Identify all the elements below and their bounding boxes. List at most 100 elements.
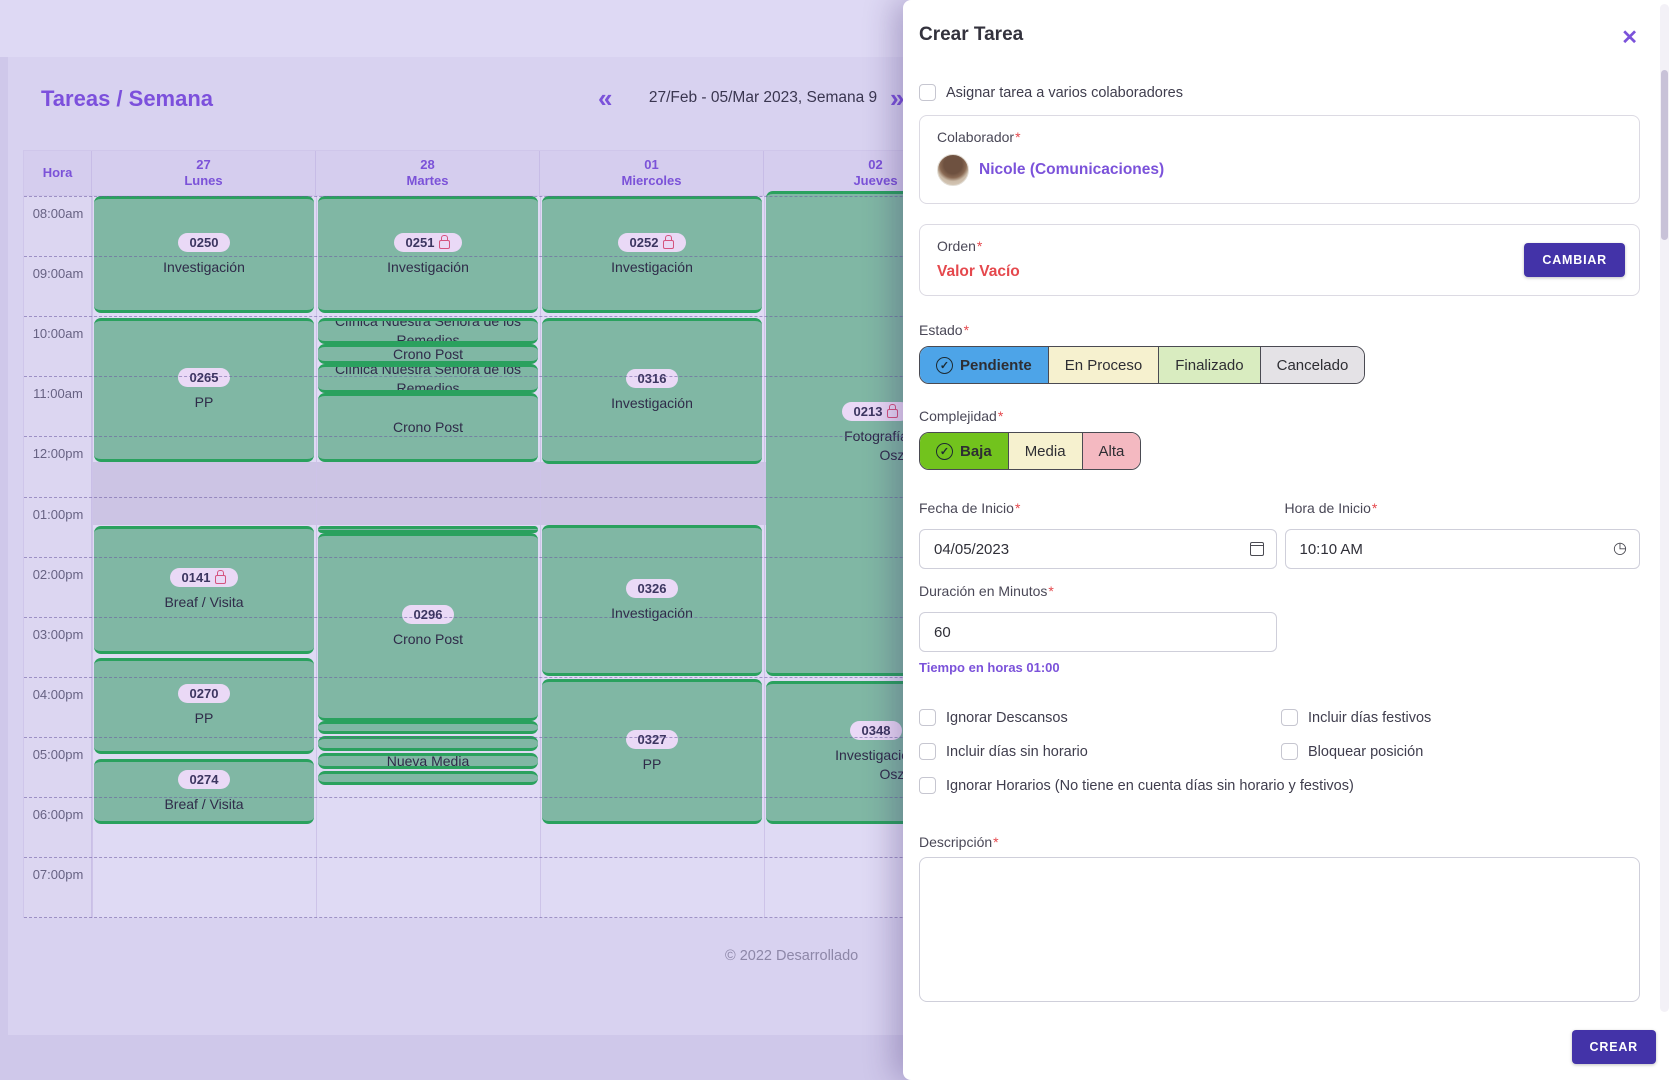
- duracion-input[interactable]: 60: [919, 612, 1277, 652]
- required-asterisk: *: [977, 238, 982, 254]
- panel-scrollbar[interactable]: [1660, 4, 1669, 1012]
- scrollbar-thumb[interactable]: [1661, 70, 1668, 240]
- duracion-hint: Tiempo en horas 01:00: [919, 660, 1640, 675]
- descripcion-textarea[interactable]: [919, 857, 1640, 1002]
- task-block[interactable]: 0316Investigación: [542, 318, 762, 464]
- options-checkbox-grid: Ignorar DescansosIncluir días festivosIn…: [919, 709, 1640, 794]
- column-separator: [92, 196, 93, 918]
- time-label: 01:00pm: [24, 507, 92, 522]
- complejidad-option-media[interactable]: Media: [1009, 433, 1083, 469]
- required-asterisk: *: [998, 408, 1003, 424]
- time-label: 04:00pm: [24, 687, 92, 702]
- estado-option-cancelado[interactable]: Cancelado: [1261, 347, 1365, 383]
- task-block[interactable]: Nueva Media: [318, 753, 538, 769]
- task-block[interactable]: 0296Crono Post: [318, 533, 538, 721]
- duracion-label: Duración en Minutos*: [919, 583, 1640, 599]
- lock-icon: [887, 409, 898, 418]
- option-row: Incluir días festivos: [1281, 709, 1640, 726]
- create-task-panel: ✕ Crear Tarea Asignar tarea a varios col…: [903, 0, 1670, 1080]
- task-block[interactable]: 0326Investigación: [542, 525, 762, 676]
- task-id-badge: 0327: [626, 730, 679, 749]
- option-checkbox-1[interactable]: [1281, 709, 1298, 726]
- option-label: Ignorar Horarios (No tiene en cuenta día…: [946, 778, 1354, 794]
- complejidad-button-group: ✓BajaMediaAlta: [919, 432, 1141, 470]
- option-label: Incluir días festivos: [1308, 710, 1431, 726]
- cambiar-button[interactable]: CAMBIAR: [1524, 243, 1625, 277]
- option-row: Bloquear posición: [1281, 743, 1640, 760]
- clock-icon[interactable]: ◷: [1613, 541, 1627, 557]
- task-id-badge: 0274: [178, 770, 231, 789]
- colaborador-link[interactable]: Nicole (Comunicaciones): [979, 161, 1164, 179]
- complejidad-option-alta[interactable]: Alta: [1083, 433, 1141, 469]
- option-checkbox-4[interactable]: [919, 777, 936, 794]
- option-label: Ignorar Descansos: [946, 710, 1068, 726]
- task-label: Investigación: [163, 258, 245, 277]
- task-label: Osz: [880, 765, 905, 784]
- day-header: 01Miercoles: [540, 151, 764, 196]
- required-asterisk: *: [1015, 129, 1020, 145]
- task-block[interactable]: 0141 Breaf / Visita: [94, 526, 314, 654]
- task-label: PP: [195, 709, 214, 728]
- task-block[interactable]: [318, 721, 538, 734]
- time-label: 09:00am: [24, 266, 92, 281]
- task-label: Breaf / Visita: [164, 593, 243, 612]
- estado-option-en-proceso[interactable]: En Proceso: [1049, 347, 1160, 383]
- estado-option-pendiente[interactable]: ✓Pendiente: [920, 347, 1049, 383]
- estado-option-finalizado[interactable]: Finalizado: [1159, 347, 1260, 383]
- prev-week-icon[interactable]: «: [598, 85, 612, 111]
- complejidad-label: Complejidad*: [919, 408, 1640, 424]
- assign-multiple-label: Asignar tarea a varios colaboradores: [946, 85, 1183, 101]
- task-label: Investigación: [387, 258, 469, 277]
- task-id-badge: 0141: [170, 568, 239, 587]
- task-block[interactable]: 0252Investigación: [542, 196, 762, 313]
- time-label: 10:00am: [24, 326, 92, 341]
- colaborador-card: Colaborador* Nicole (Comunicaciones): [919, 115, 1640, 204]
- task-label: Investigación: [611, 258, 693, 277]
- task-block[interactable]: 0270PP: [94, 658, 314, 754]
- orden-value: Valor Vacío: [937, 263, 1622, 281]
- task-block[interactable]: Clínica Nuestra Señora de los Remedios: [318, 318, 538, 344]
- complejidad-option-baja[interactable]: ✓Baja: [920, 433, 1009, 469]
- task-block[interactable]: 0265PP: [94, 318, 314, 462]
- option-checkbox-3[interactable]: [1281, 743, 1298, 760]
- task-block[interactable]: [318, 736, 538, 751]
- time-label: 08:00am: [24, 206, 92, 221]
- task-block[interactable]: [318, 526, 538, 533]
- task-label: Crono Post: [393, 345, 463, 364]
- task-label: Osz: [880, 446, 905, 465]
- task-block[interactable]: 0274Breaf / Visita: [94, 759, 314, 824]
- assign-multiple-checkbox[interactable]: [919, 84, 936, 101]
- crear-button[interactable]: CREAR: [1572, 1030, 1656, 1064]
- option-label: Bloquear posición: [1308, 744, 1423, 760]
- task-id-badge: 0213: [842, 402, 911, 421]
- task-block[interactable]: Clínica Nuestra Señora de los Remedios: [318, 364, 538, 393]
- estado-label: Estado*: [919, 322, 1640, 338]
- day-header: 28Martes: [316, 151, 540, 196]
- time-label: 07:00pm: [24, 867, 92, 882]
- task-label: PP: [643, 755, 662, 774]
- task-block[interactable]: [318, 771, 538, 785]
- task-block[interactable]: 0251 Investigación: [318, 196, 538, 313]
- task-label: Clínica Nuestra Señora de los Remedios: [318, 364, 538, 393]
- task-id-badge: 0296: [402, 605, 455, 624]
- task-block[interactable]: 0327 PP: [542, 679, 762, 824]
- hora-inicio-input[interactable]: 10:10 AM ◷: [1285, 529, 1641, 569]
- time-label: 02:00pm: [24, 567, 92, 582]
- task-id-badge: 0251: [394, 233, 463, 252]
- week-range-label: 27/Feb - 05/Mar 2023, Semana 9: [630, 89, 896, 107]
- time-label: 05:00pm: [24, 747, 92, 762]
- option-checkbox-2[interactable]: [919, 743, 936, 760]
- time-label: 11:00am: [24, 386, 92, 401]
- required-asterisk: *: [1015, 500, 1020, 516]
- task-label: PP: [195, 393, 214, 412]
- calendar-icon[interactable]: [1250, 542, 1264, 556]
- lock-icon: [663, 240, 674, 249]
- task-block[interactable]: Crono Post: [318, 344, 538, 364]
- task-block[interactable]: Crono Post: [318, 393, 538, 462]
- task-block[interactable]: 0250Investigación: [94, 196, 314, 313]
- fecha-inicio-input[interactable]: 04/05/2023: [919, 529, 1277, 569]
- option-checkbox-0[interactable]: [919, 709, 936, 726]
- lock-icon: [215, 575, 226, 584]
- time-label: 12:00pm: [24, 446, 92, 461]
- required-asterisk: *: [1372, 500, 1377, 516]
